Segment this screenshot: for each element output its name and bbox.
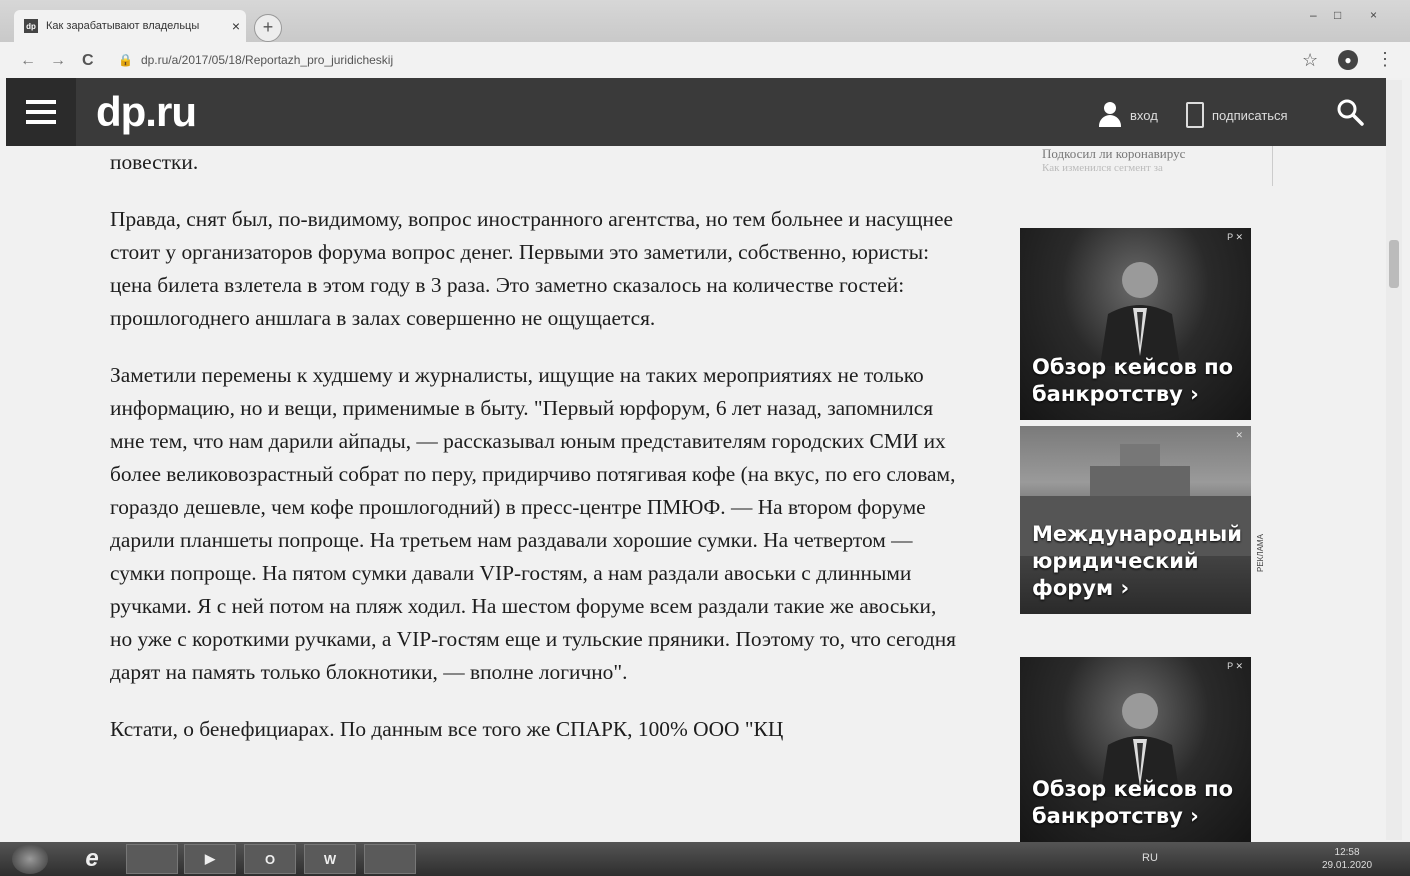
- address-bar-row: ← → C 🔒 dp.ru/a/2017/05/18/Reportazh_pro_…: [0, 42, 1410, 78]
- back-icon[interactable]: ←: [20, 52, 36, 70]
- ad-close-icon[interactable]: ✕: [1235, 430, 1243, 441]
- login-label: вход: [1130, 107, 1158, 123]
- reload-icon[interactable]: C: [82, 52, 94, 70]
- subscribe-link[interactable]: подписаться: [1186, 102, 1288, 128]
- ad-label: Обзор кейсов по банкротству ›: [1032, 355, 1234, 406]
- tab-title: Как зарабатывают владельцы: [46, 20, 200, 32]
- browser-tab[interactable]: dp Как зарабатывают владельцы ×: [14, 10, 246, 42]
- sidebar-teaser-title: Подкосил ли коронавирус: [1042, 146, 1186, 161]
- lock-icon: 🔒: [118, 53, 133, 67]
- profile-icon[interactable]: ●: [1338, 50, 1358, 70]
- document-icon: [1186, 102, 1204, 128]
- internet-explorer-icon[interactable]: e: [66, 844, 118, 874]
- presenter-figure-icon: [1100, 262, 1180, 366]
- file-explorer-icon[interactable]: [126, 844, 178, 874]
- url-text: dp.ru/a/2017/05/18/Reportazh_pro_juridic…: [140, 53, 394, 67]
- article-paragraph: Кстати, о бенефициарах. По данным все то…: [110, 717, 784, 741]
- clock-time: 12:58: [1334, 847, 1360, 858]
- ad-label: Обзор кейсов по банкротству ›: [1032, 777, 1234, 828]
- media-player-icon[interactable]: ▶: [184, 844, 236, 874]
- language-indicator[interactable]: RU: [1142, 852, 1158, 864]
- os-taskbar: e ▶ O W RU 12:58 29.01.2020: [0, 842, 1410, 876]
- start-button[interactable]: [12, 844, 48, 874]
- search-icon[interactable]: [1336, 98, 1364, 126]
- clock-date: 29.01.2020: [1322, 860, 1373, 871]
- tab-strip: dp Как зарабатывают владельцы × + – □ ×: [0, 0, 1410, 42]
- sidebar-teaser[interactable]: Подкосил ли коронавирус Как изменился се…: [1022, 146, 1273, 186]
- ad-close-icon[interactable]: P ✕: [1227, 232, 1243, 243]
- window-close-icon[interactable]: ×: [1370, 8, 1377, 22]
- page-scrollbar[interactable]: [1386, 80, 1402, 840]
- subscribe-label: подписаться: [1212, 107, 1288, 123]
- user-icon: [1098, 102, 1122, 128]
- forward-icon[interactable]: →: [50, 52, 66, 70]
- system-clock[interactable]: 12:58 29.01.2020: [1322, 846, 1372, 872]
- article-paragraph: повестки.: [110, 150, 199, 174]
- site-header: dp.ru вход подписаться: [6, 78, 1386, 146]
- ad-banner-bankruptcy[interactable]: P ✕ Обзор кейсов по банкротству ›: [1020, 657, 1251, 842]
- scrollbar-thumb[interactable]: [1389, 240, 1399, 288]
- sidebar-teaser-subtitle: Как изменился сегмент за: [1042, 162, 1163, 174]
- word-icon[interactable]: W: [304, 844, 356, 874]
- ad-close-icon[interactable]: P ✕: [1227, 661, 1243, 672]
- article-paragraph: Заметили перемены к худшему и журналисты…: [110, 363, 957, 684]
- url-field[interactable]: 🔒 dp.ru/a/2017/05/18/Reportazh_pro_juridi…: [118, 53, 393, 67]
- maximize-icon[interactable]: □: [1334, 8, 1341, 22]
- ad-disclaimer: РЕКЛАМА: [1256, 534, 1265, 572]
- favicon-icon: dp: [24, 19, 38, 33]
- article-body: повестки. Правда, снят был, по-видимому,…: [110, 146, 960, 770]
- login-link[interactable]: вход: [1098, 102, 1158, 128]
- chrome-icon[interactable]: [364, 844, 416, 874]
- ad-banner-bankruptcy[interactable]: P ✕ Обзор кейсов по банкротству ›: [1020, 228, 1251, 420]
- hamburger-menu-icon[interactable]: [6, 78, 76, 146]
- article-paragraph: Правда, снят был, по-видимому, вопрос ин…: [110, 207, 953, 330]
- outlook-icon[interactable]: O: [244, 844, 296, 874]
- minimize-icon[interactable]: –: [1310, 8, 1317, 22]
- tab-close-icon[interactable]: ×: [226, 18, 246, 34]
- site-logo[interactable]: dp.ru: [96, 88, 197, 136]
- bookmark-star-icon[interactable]: ☆: [1302, 50, 1318, 71]
- ad-banner-forum[interactable]: ✕ Международный юридический форум ›: [1020, 426, 1251, 614]
- browser-menu-icon[interactable]: ⋮: [1376, 49, 1394, 70]
- ad-label: Международный юридический форум ›: [1032, 522, 1242, 600]
- new-tab-button[interactable]: +: [254, 14, 282, 42]
